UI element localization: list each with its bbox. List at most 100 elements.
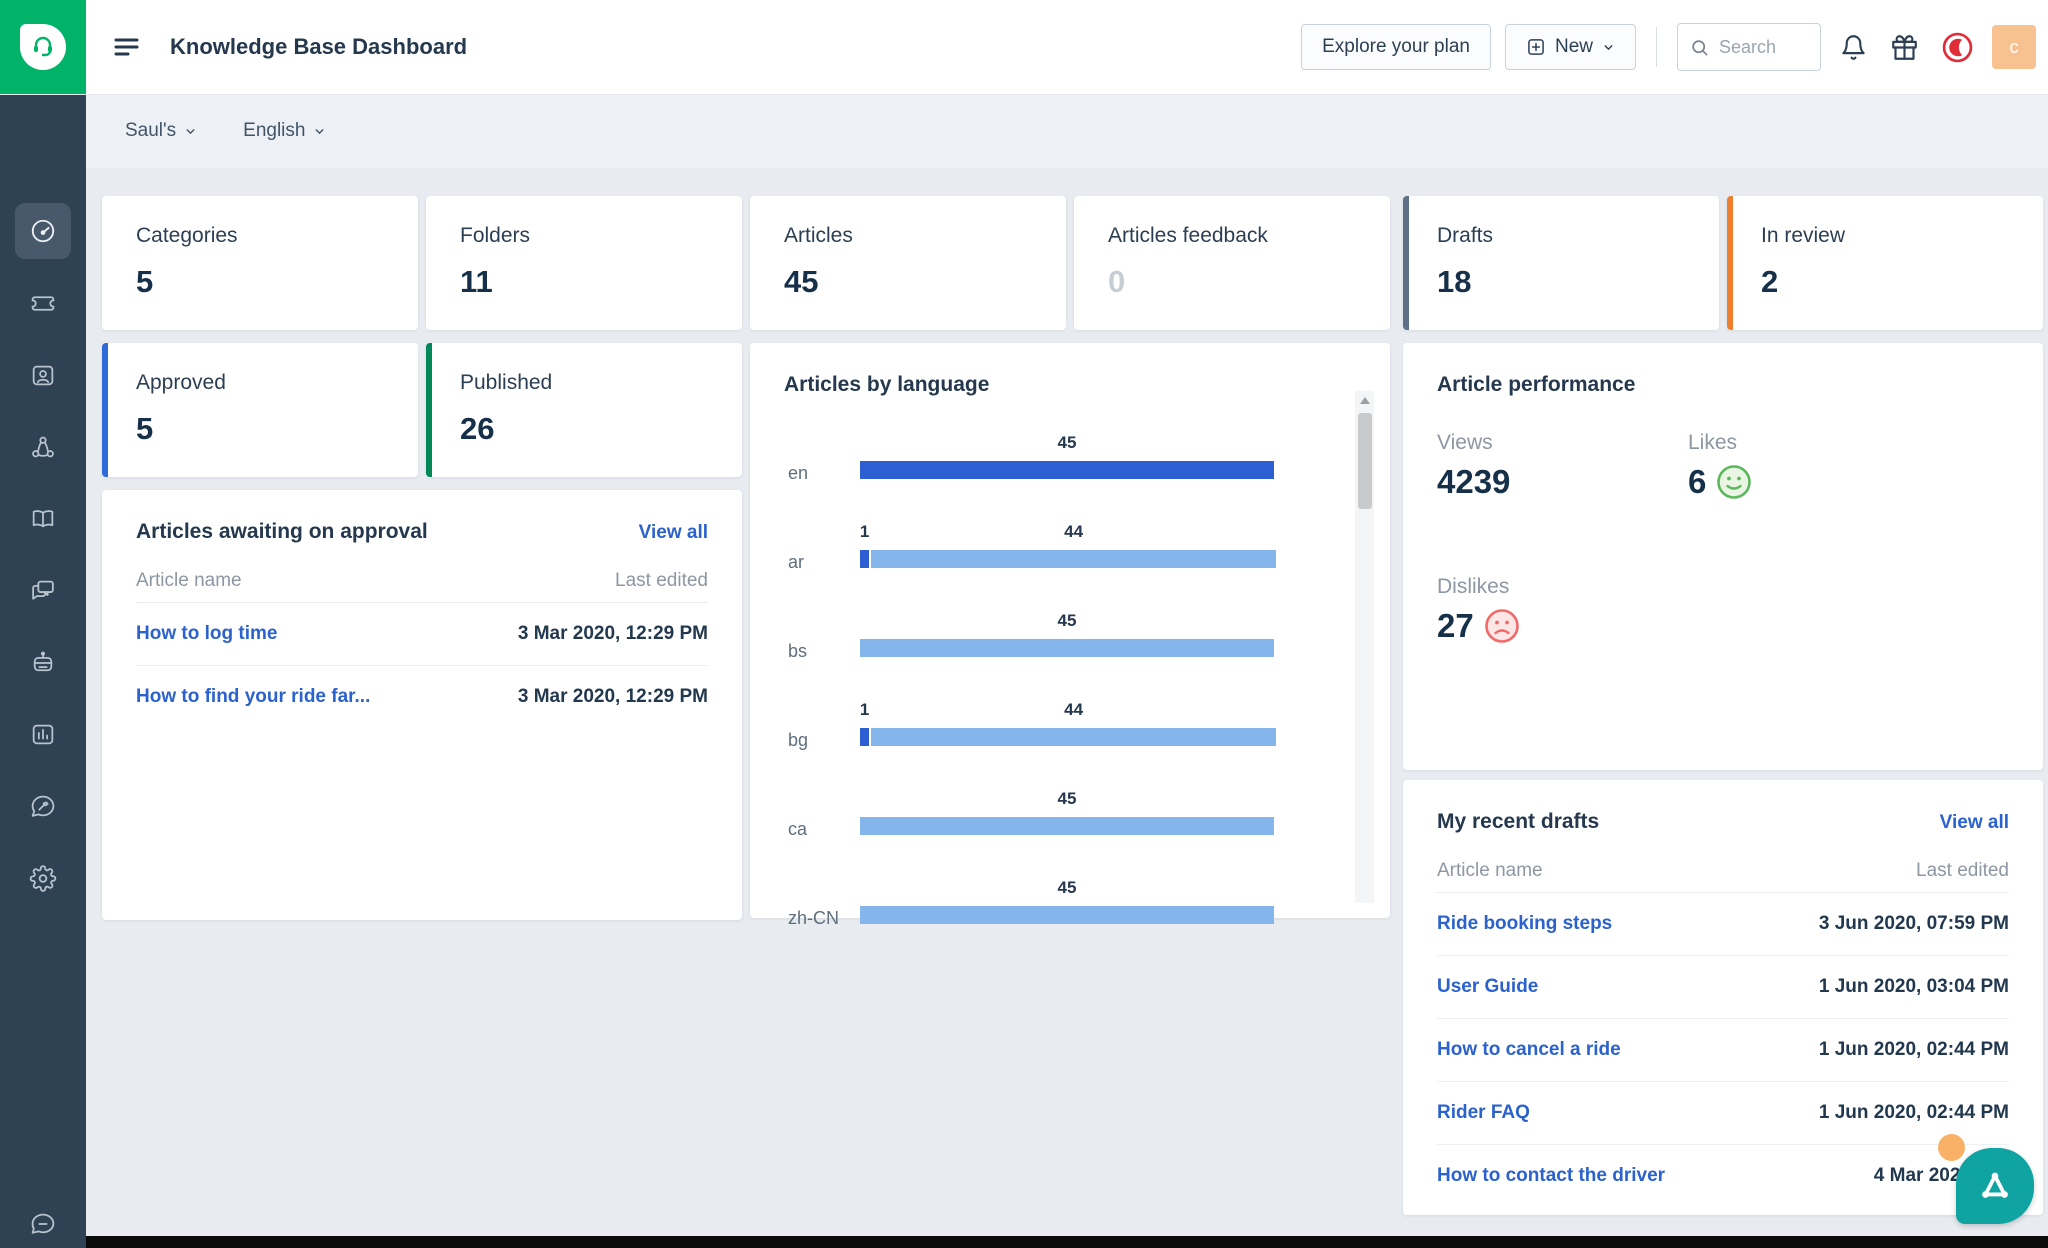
explore-plan-button[interactable]: Explore your plan [1301,24,1491,70]
sidebar-item-bot[interactable] [30,649,57,676]
stat-card-approved[interactable]: Approved 5 [102,343,418,477]
scroll-thumb[interactable] [1358,413,1372,509]
search-box[interactable] [1677,23,1821,71]
stat-label: Categories [136,224,418,248]
category-label: ca [788,819,807,840]
stat-card-categories[interactable]: Categories 5 [102,196,418,330]
network-share-icon [30,434,57,461]
ticket-icon [30,290,57,317]
article-link[interactable]: How to cancel a ride [1437,1039,1621,1061]
sidebar-item-tickets[interactable] [30,290,57,317]
avatar-letter: c [2010,37,2019,58]
stat-card-drafts[interactable]: Drafts 18 [1403,196,1719,330]
whats-new-gift-icon[interactable] [1891,34,1918,61]
article-link[interactable]: Ride booking steps [1437,913,1612,935]
table-row: User Guide 1 Jun 2020, 03:04 PM [1437,956,2009,1019]
new-button-label: New [1555,36,1593,58]
chart-title: Articles by language [784,373,989,397]
bar: 45 [860,817,1274,835]
bar-segment[interactable]: 45 [860,906,1274,924]
freddy-crescent-icon[interactable] [1942,32,1973,63]
article-link[interactable]: User Guide [1437,976,1538,998]
chart-row: bs 45 [750,593,1390,682]
chevron-down-icon [184,125,197,138]
sidebar-item-conversations[interactable] [30,577,57,604]
bar-segment[interactable]: 45 [860,639,1274,657]
menu-toggle-icon[interactable] [112,33,142,61]
article-link[interactable]: How to contact the driver [1437,1165,1665,1187]
main-sidebar [0,94,86,1248]
bubble-wrench-icon [30,793,57,820]
bar-segment[interactable]: 1 [860,728,869,746]
stat-card-articles-feedback[interactable]: Articles feedback 0 [1074,196,1390,330]
view-all-link[interactable]: View all [639,522,708,544]
bar: 45 [860,639,1274,657]
new-button[interactable]: New [1505,24,1636,70]
bar-segment[interactable]: 45 [860,817,1274,835]
views-value: 4239 [1437,463,1510,501]
last-edited-value: 3 Mar 2020, 12:29 PM [518,623,708,645]
stat-label: Drafts [1437,224,1719,248]
smiley-face-icon [1716,464,1752,500]
stat-card-published[interactable]: Published 26 [426,343,742,477]
column-last-edited: Last edited [1916,860,2009,882]
feedback-bubble-icon [30,1211,57,1238]
sidebar-item-feedback[interactable] [30,1211,57,1238]
panel-title: Article performance [1437,373,1635,397]
stat-label: Folders [460,224,742,248]
bar-segment[interactable]: 44 [871,728,1276,746]
sidebar-item-contacts[interactable] [30,362,57,389]
sidebar-item-support-tools[interactable] [30,793,57,820]
workspace-label: Saul's [125,120,176,142]
bar-segment[interactable]: 1 [860,550,869,568]
table-row: Ride booking steps 3 Jun 2020, 07:59 PM [1437,893,2009,956]
last-edited-value: 1 Jun 2020, 03:04 PM [1819,976,2009,998]
awaiting-rows: How to log time 3 Mar 2020, 12:29 PM How t… [136,603,708,728]
user-avatar[interactable]: c [1992,25,2036,69]
awaiting-approval-panel: Articles awaiting on approval View all A… [102,490,742,920]
article-link[interactable]: How to find your ride far... [136,686,370,708]
sidebar-item-settings[interactable] [30,865,57,892]
dislikes-number: 27 [1437,607,1474,645]
app-logo[interactable] [0,0,86,94]
gear-icon [30,865,57,892]
bar-segment[interactable]: 45 [860,461,1274,479]
stat-label: Approved [136,371,418,395]
dislikes-value: 27 [1437,607,1520,645]
search-icon [1690,38,1709,57]
search-input[interactable] [1717,36,1799,59]
triangle-beacon-icon [1976,1167,2014,1205]
stat-card-in-review[interactable]: In review 2 [1727,196,2043,330]
last-edited-value: 3 Jun 2020, 07:59 PM [1819,913,2009,935]
bar: 45 [860,906,1274,924]
bar-segment[interactable]: 44 [871,550,1276,568]
article-performance-panel: Article performance Views 4239 Likes 6 D… [1403,343,2043,770]
stat-value: 0 [1108,264,1390,300]
sidebar-item-social[interactable] [30,434,57,461]
sidebar-item-dashboard[interactable] [15,203,71,259]
panel-title: My recent drafts [1437,810,1599,834]
assist-widget-button[interactable] [1956,1148,2034,1224]
stat-card-articles[interactable]: Articles 45 [750,196,1066,330]
plus-square-icon [1526,37,1546,57]
article-link[interactable]: Rider FAQ [1437,1102,1530,1124]
chevron-down-icon [1602,41,1615,54]
language-dropdown[interactable]: English [243,120,326,142]
bar-value-label: 1 [860,700,869,720]
article-link[interactable]: How to log time [136,623,277,645]
scroll-up-arrow[interactable] [1360,397,1370,404]
bar: 144 [860,728,1276,746]
view-all-link[interactable]: View all [1940,812,2009,834]
workspace-dropdown[interactable]: Saul's [125,120,197,142]
stat-card-folders[interactable]: Folders 11 [426,196,742,330]
sidebar-item-reports[interactable] [30,721,57,748]
happyfox-logo-icon [20,24,66,70]
stat-label: Articles feedback [1108,224,1390,248]
category-label: bs [788,641,807,662]
panel-title: Articles awaiting on approval [136,520,428,544]
chart-scrollbar[interactable] [1355,391,1374,903]
sidebar-item-knowledge-base[interactable] [30,505,57,532]
stat-value: 11 [460,264,742,300]
notifications-bell-icon[interactable] [1840,34,1867,61]
kb-sub-header: Saul's English [86,94,2048,168]
